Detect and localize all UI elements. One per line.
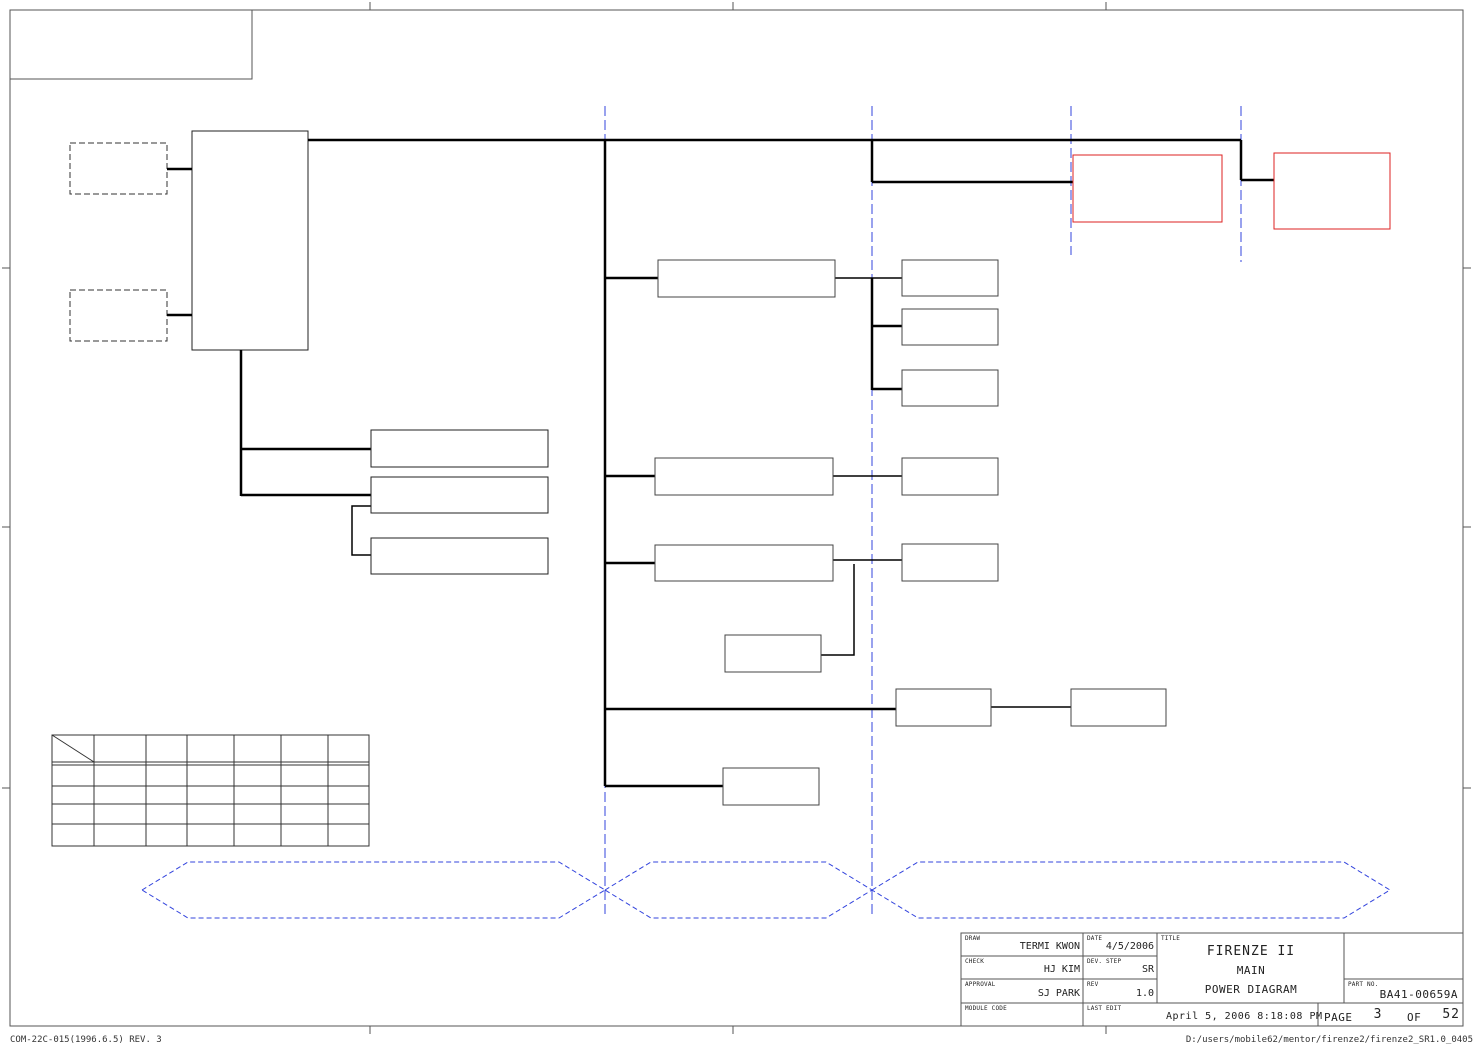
of-value: 52 [1442, 1007, 1460, 1022]
dashed-source-box-bottom [69, 289, 168, 342]
zone-hexagon-2 [604, 861, 873, 919]
regulator-box-2 [370, 476, 549, 514]
zone-hexagons [141, 861, 1391, 919]
last-edit-label: LAST EDIT [1087, 1005, 1122, 1012]
load-box-3 [901, 369, 999, 407]
mid-regulator-box-3 [654, 544, 834, 582]
zone-hexagon-3 [871, 861, 1391, 919]
check-label: CHECK [965, 958, 985, 965]
load-box-7 [1070, 688, 1167, 727]
title-line-2: MAIN [1236, 964, 1266, 977]
title-line-3: POWER DIAGRAM [1204, 983, 1298, 996]
last-edit-value: April 5, 2006 8:18:08 PM [1166, 1011, 1323, 1022]
thin-connectors [351, 277, 1071, 708]
dashed-source-box-top [69, 142, 168, 195]
draw-value: TERMI KWON [1019, 941, 1080, 952]
aux-box [724, 634, 822, 673]
page-label: PAGE [1324, 1011, 1353, 1024]
module-code-label: MODULE CODE [965, 1005, 1007, 1012]
title-label: TITLE [1161, 935, 1181, 942]
load-box-6 [895, 688, 992, 727]
approval-value: SJ PARK [1037, 988, 1080, 999]
red-load-box-1 [1072, 154, 1223, 223]
load-box-1 [901, 259, 999, 297]
zone-dividers [604, 106, 1242, 915]
mid-regulator-box-2 [654, 457, 834, 496]
page-value: 3 [1373, 1007, 1383, 1022]
bottom-load-box [722, 767, 820, 806]
load-box-5 [901, 543, 999, 582]
zone-hexagon-1 [141, 861, 606, 919]
date-value: 4/5/2006 [1105, 941, 1154, 952]
mid-regulator-box-1 [657, 259, 836, 298]
load-box-2 [901, 308, 999, 346]
load-box-4 [901, 457, 999, 496]
draw-label: DRAW [965, 935, 981, 942]
file-path: D:/users/mobile62/mentor/firenze2/firenz… [1185, 1035, 1473, 1045]
sheet-border [9, 9, 1464, 1027]
zone-ticks [2, 2, 1471, 1034]
rev-label: REV [1087, 981, 1099, 988]
title-line-1: FIRENZE II [1206, 944, 1296, 959]
main-power-block [191, 130, 309, 351]
form-code: COM-22C-015(1996.6.5) REV. 3 [10, 1035, 162, 1045]
check-value: HJ KIM [1043, 964, 1080, 975]
regulator-box-3 [370, 537, 549, 575]
of-label: OF [1407, 1011, 1422, 1024]
rev-value: 1.0 [1135, 988, 1154, 999]
schematic-sheet [2, 2, 1471, 1034]
empty-table [51, 734, 370, 847]
corner-label-box [9, 9, 253, 80]
part-no-label: PART NO. [1348, 981, 1379, 988]
regulator-box-1 [370, 429, 549, 468]
approval-label: APPROVAL [965, 981, 996, 988]
part-no-value: BA41-00659A [1379, 988, 1458, 1001]
dev-step-value: SR [1141, 964, 1154, 975]
red-load-box-2 [1273, 152, 1391, 230]
